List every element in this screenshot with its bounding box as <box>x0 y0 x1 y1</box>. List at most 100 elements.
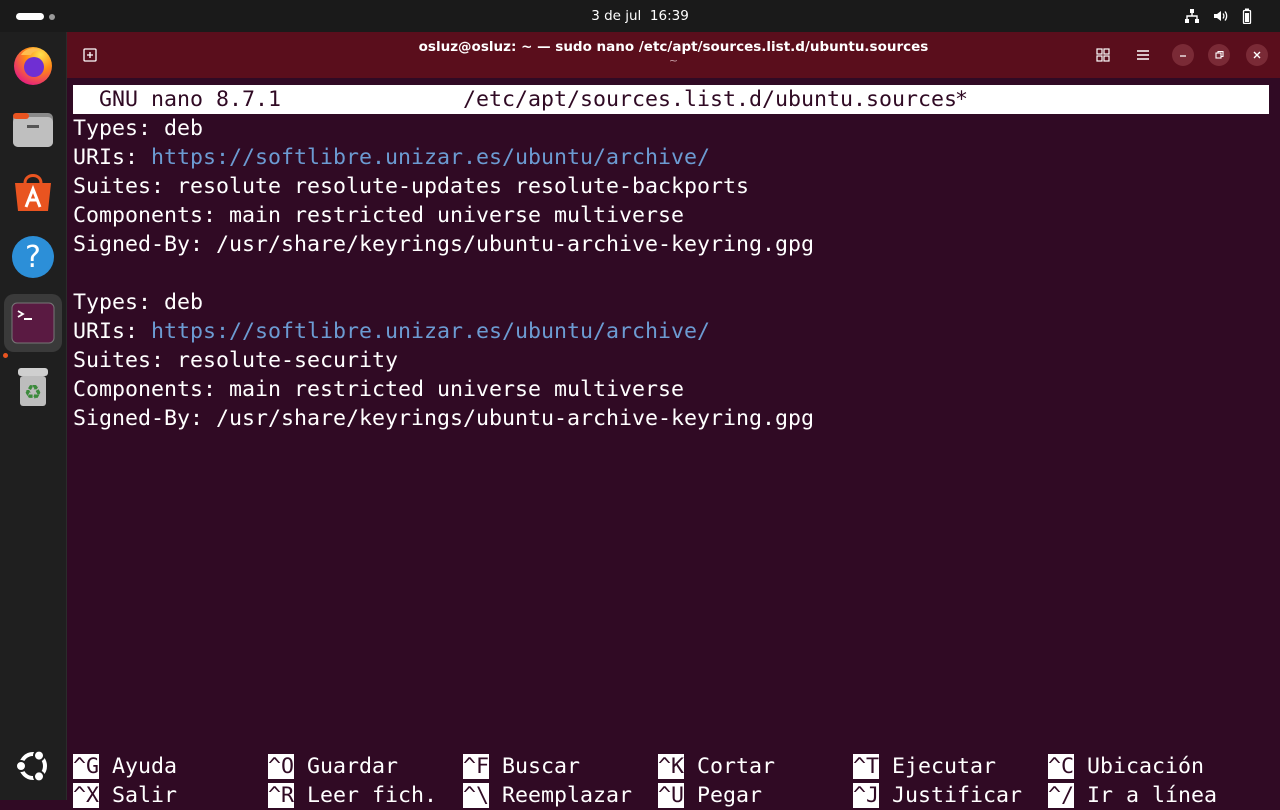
shortcut-item[interactable]: ^T Ejecutar <box>853 752 996 781</box>
minimize-icon[interactable] <box>1172 44 1194 66</box>
shortcut-key: ^K <box>658 754 685 779</box>
svg-text:♻: ♻ <box>24 380 42 404</box>
shortcut-item[interactable]: ^C Ubicación <box>1048 752 1204 781</box>
shortcut-key: ^T <box>853 754 880 779</box>
shortcut-item[interactable]: ^K Cortar <box>658 752 775 781</box>
field-key: Suites: <box>73 348 178 373</box>
shortcut-key: ^X <box>73 783 100 808</box>
field-key: URIs: <box>73 145 152 170</box>
field-value: deb <box>164 290 204 315</box>
shortcut-key: ^R <box>268 783 295 808</box>
running-indicator <box>3 353 8 358</box>
network-icon <box>1185 9 1199 23</box>
system-tray[interactable] <box>1184 8 1264 24</box>
shortcut-label: Pegar <box>697 783 763 808</box>
field-key: Components: <box>73 203 230 228</box>
field-key: Suites: <box>73 174 178 199</box>
show-apps-button[interactable] <box>9 742 57 790</box>
shortcut-label: Ir a línea <box>1087 783 1218 808</box>
shortcut-key: ^J <box>853 783 880 808</box>
field-key: Types: <box>73 290 165 315</box>
terminal-icon <box>11 302 55 344</box>
shortcut-item[interactable]: ^J Justificar <box>853 781 1022 810</box>
field-value: resolute resolute-updates resolute-backp… <box>177 174 750 199</box>
volume-icon <box>1214 11 1228 21</box>
shortcut-key: ^U <box>658 783 685 808</box>
field-key: Types: <box>73 116 165 141</box>
field-value: main restricted universe multiverse <box>229 377 685 402</box>
shortcut-label: Justificar <box>892 783 1023 808</box>
shortcut-item[interactable]: ^U Pegar <box>658 781 762 810</box>
maximize-icon[interactable] <box>1208 44 1230 66</box>
shortcut-item[interactable]: ^X Salir <box>73 781 177 810</box>
nano-modified-flag: * <box>955 87 969 112</box>
hamburger-menu-icon[interactable] <box>1132 44 1154 66</box>
field-value: https://softlibre.unizar.es/ubuntu/archi… <box>151 145 711 170</box>
field-value: deb <box>164 116 204 141</box>
dock: ? ♻ <box>0 32 67 800</box>
app-center-icon <box>15 174 51 211</box>
dock-app-center[interactable] <box>9 169 57 217</box>
nano-version: GNU nano 8.7.1 <box>99 87 282 112</box>
shortcut-label: Ubicación <box>1087 754 1205 779</box>
files-icon <box>13 113 53 147</box>
clock-date: 3 de jul <box>591 8 642 24</box>
buffer-line[interactable]: URIs: https://softlibre.unizar.es/ubuntu… <box>73 317 710 346</box>
field-value: resolute-security <box>177 348 399 373</box>
shortcut-key: ^/ <box>1048 783 1075 808</box>
buffer-line[interactable]: Components: main restricted universe mul… <box>73 375 684 404</box>
shortcut-key: ^\ <box>463 783 490 808</box>
battery-icon <box>1242 8 1252 24</box>
buffer-line[interactable]: Suites: resolute resolute-updates resolu… <box>73 172 749 201</box>
shortcut-item[interactable]: ^F Buscar <box>463 752 580 781</box>
field-key: Components: <box>73 377 230 402</box>
shortcut-label: Buscar <box>502 754 581 779</box>
tab-overview-icon[interactable] <box>1092 44 1114 66</box>
shortcut-label: Leer fich. <box>307 783 438 808</box>
field-key: URIs: <box>73 319 152 344</box>
ubuntu-logo-icon <box>15 749 47 783</box>
clock-time: 16:39 <box>649 8 689 24</box>
buffer-line[interactable]: Signed-By: /usr/share/keyrings/ubuntu-ar… <box>73 404 814 433</box>
shortcut-item[interactable]: ^R Leer fich. <box>268 781 437 810</box>
shortcut-item[interactable]: ^\ Reemplazar <box>463 781 632 810</box>
trash-icon: ♻ <box>18 368 48 406</box>
buffer-line[interactable]: Types: deb <box>73 288 203 317</box>
dock-firefox[interactable] <box>9 41 57 89</box>
shortcut-key: ^O <box>268 754 295 779</box>
nano-filename: /etc/apt/sources.list.d/ubuntu.sources <box>463 87 958 112</box>
buffer-line[interactable]: URIs: https://softlibre.unizar.es/ubuntu… <box>73 143 710 172</box>
close-icon[interactable] <box>1246 44 1268 66</box>
field-key: Signed-By: <box>73 232 217 257</box>
nano-header: GNU nano 8.7.1 /etc/apt/sources.list.d/u… <box>73 85 1269 114</box>
clock[interactable]: 3 de jul 16:39 <box>0 8 1280 24</box>
shortcut-label: Guardar <box>307 754 399 779</box>
field-value: /usr/share/keyrings/ubuntu-archive-keyri… <box>216 232 815 257</box>
shortcut-key: ^C <box>1048 754 1075 779</box>
dock-files[interactable] <box>9 105 57 153</box>
field-key: Signed-By: <box>73 406 217 431</box>
shortcut-key: ^G <box>73 754 100 779</box>
field-value: /usr/share/keyrings/ubuntu-archive-keyri… <box>216 406 815 431</box>
terminal-window[interactable]: osluz@osluz: ~ — sudo nano /etc/apt/sour… <box>67 32 1280 808</box>
help-icon: ? <box>12 236 54 278</box>
shortcut-item[interactable]: ^/ Ir a línea <box>1048 781 1217 810</box>
window-titlebar[interactable]: osluz@osluz: ~ — sudo nano /etc/apt/sour… <box>67 32 1280 78</box>
dock-trash[interactable]: ♻ <box>9 362 57 410</box>
shortcut-label: Salir <box>112 783 178 808</box>
firefox-icon <box>14 47 52 85</box>
buffer-line[interactable]: Suites: resolute-security <box>73 346 398 375</box>
dock-help[interactable]: ? <box>9 233 57 281</box>
buffer-line[interactable]: Signed-By: /usr/share/keyrings/ubuntu-ar… <box>73 230 814 259</box>
dock-terminal[interactable] <box>4 294 62 352</box>
shortcut-label: Ayuda <box>112 754 178 779</box>
svg-text:?: ? <box>25 240 41 275</box>
field-value: https://softlibre.unizar.es/ubuntu/archi… <box>151 319 711 344</box>
buffer-line[interactable]: Components: main restricted universe mul… <box>73 201 684 230</box>
shortcut-item[interactable]: ^G Ayuda <box>73 752 177 781</box>
shortcut-item[interactable]: ^O Guardar <box>268 752 398 781</box>
buffer-line[interactable]: Types: deb <box>73 114 203 143</box>
top-bar: 3 de jul 16:39 <box>0 0 1280 32</box>
shortcut-label: Ejecutar <box>892 754 997 779</box>
field-value: main restricted universe multiverse <box>229 203 685 228</box>
